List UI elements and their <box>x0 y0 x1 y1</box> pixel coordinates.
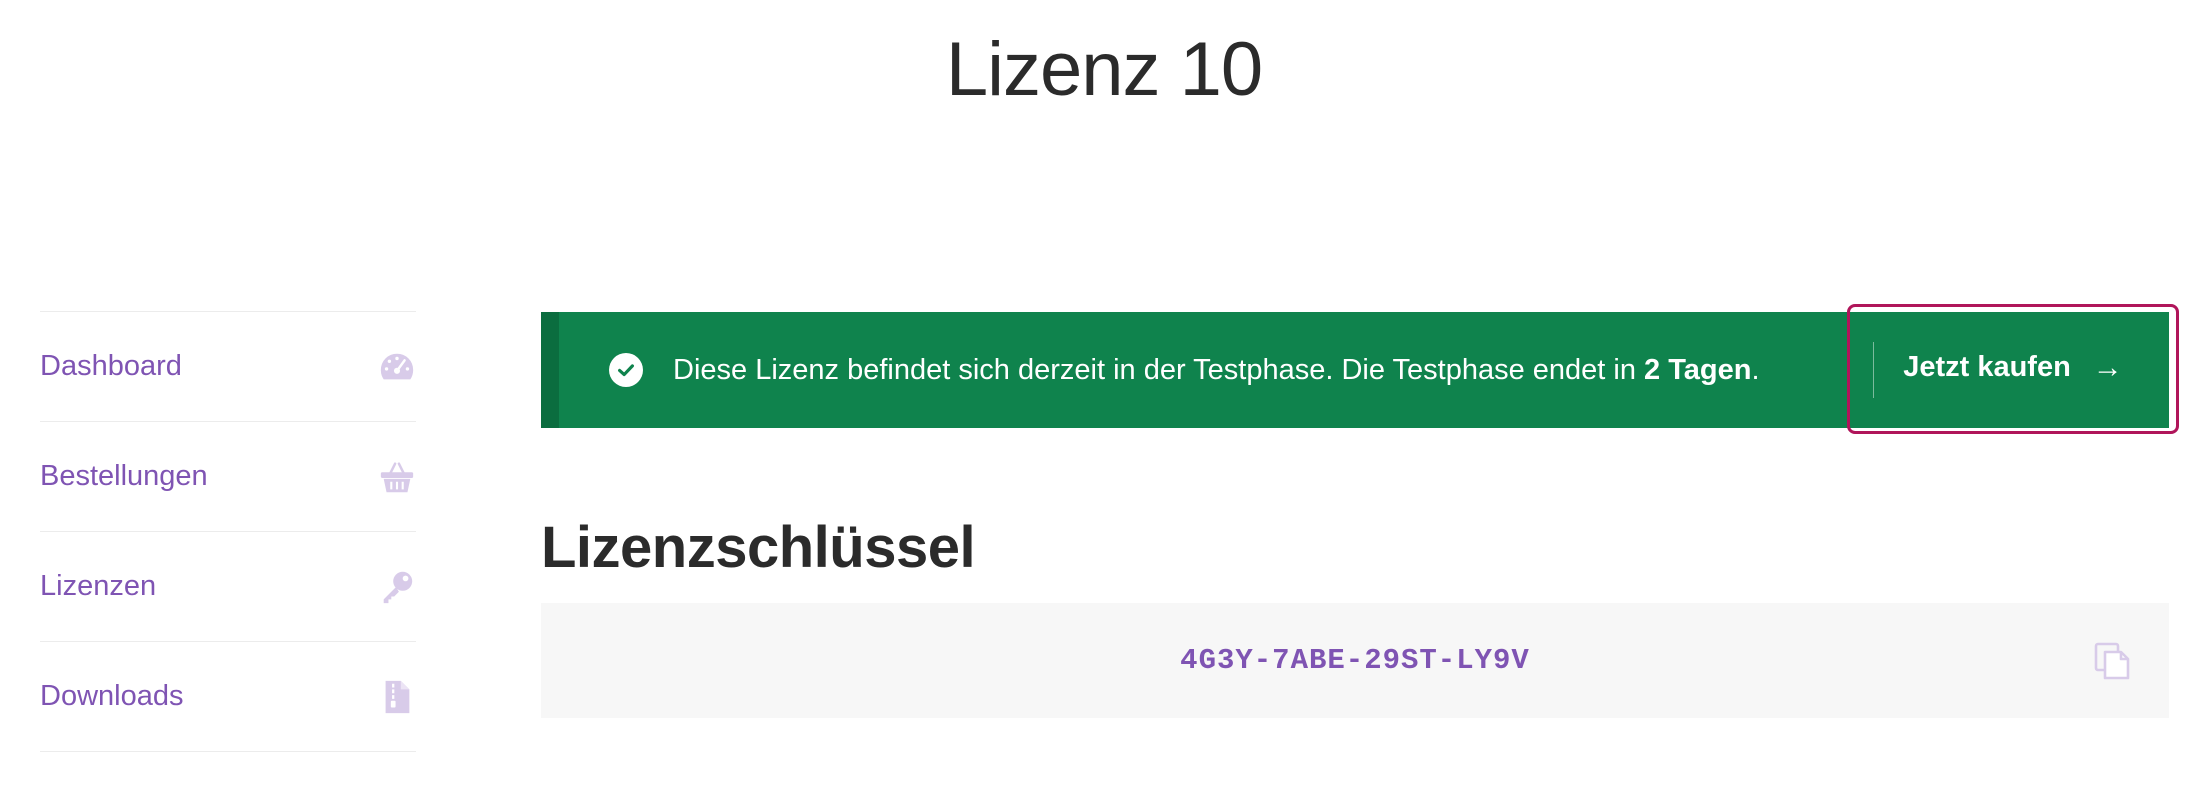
sidebar-item-label: Dashboard <box>40 350 182 382</box>
sidebar-item-label: Downloads <box>40 680 184 712</box>
page: Lizenz 10 Dashboard Bestellungen Lizenze… <box>0 0 2208 793</box>
file-download-icon <box>378 678 416 716</box>
sidebar-item-dashboard[interactable]: Dashboard <box>40 312 416 422</box>
sidebar-item-lizenzen[interactable]: Lizenzen <box>40 532 416 642</box>
sidebar-item-label: Bestellungen <box>40 460 208 492</box>
sidebar-item-label: Lizenzen <box>40 570 157 602</box>
sidebar-item-more[interactable] <box>40 752 416 792</box>
basket-icon <box>378 458 416 496</box>
trial-days-remaining: 2 Tagen <box>1644 353 1752 386</box>
buy-button-highlight: Jetzt kaufen → <box>1847 304 2179 434</box>
license-key-box: 4G3Y-7ABE-29ST-LY9V <box>541 603 2169 718</box>
sidebar-item-bestellungen[interactable]: Bestellungen <box>40 422 416 532</box>
arrow-right-icon: → <box>2092 350 2123 384</box>
license-detail: Diese Lizenz befindet sich derzeit in de… <box>541 304 2179 718</box>
dashboard-gauge-icon <box>378 348 416 386</box>
sidebar-item-downloads[interactable]: Downloads <box>40 642 416 752</box>
check-circle-icon <box>609 353 643 387</box>
account-sidebar: Dashboard Bestellungen Lizenzen Download… <box>40 311 416 792</box>
license-key-heading: Lizenzschlüssel <box>541 515 976 580</box>
trial-notice-message: Diese Lizenz befindet sich derzeit in de… <box>673 353 1645 386</box>
page-title: Lizenz 10 <box>945 27 1263 112</box>
trial-notice-text: Diese Lizenz befindet sich derzeit in de… <box>673 354 1760 387</box>
copy-icon[interactable] <box>2093 641 2131 681</box>
key-icon <box>378 568 416 606</box>
trial-notice-suffix: . <box>1751 353 1760 386</box>
buy-now-label: Jetzt kaufen <box>1903 351 2071 383</box>
trial-notice: Diese Lizenz befindet sich derzeit in de… <box>541 304 2179 434</box>
license-key-value[interactable]: 4G3Y-7ABE-29ST-LY9V <box>1180 644 1530 677</box>
buy-now-button[interactable]: Jetzt kaufen → <box>1858 313 2168 422</box>
